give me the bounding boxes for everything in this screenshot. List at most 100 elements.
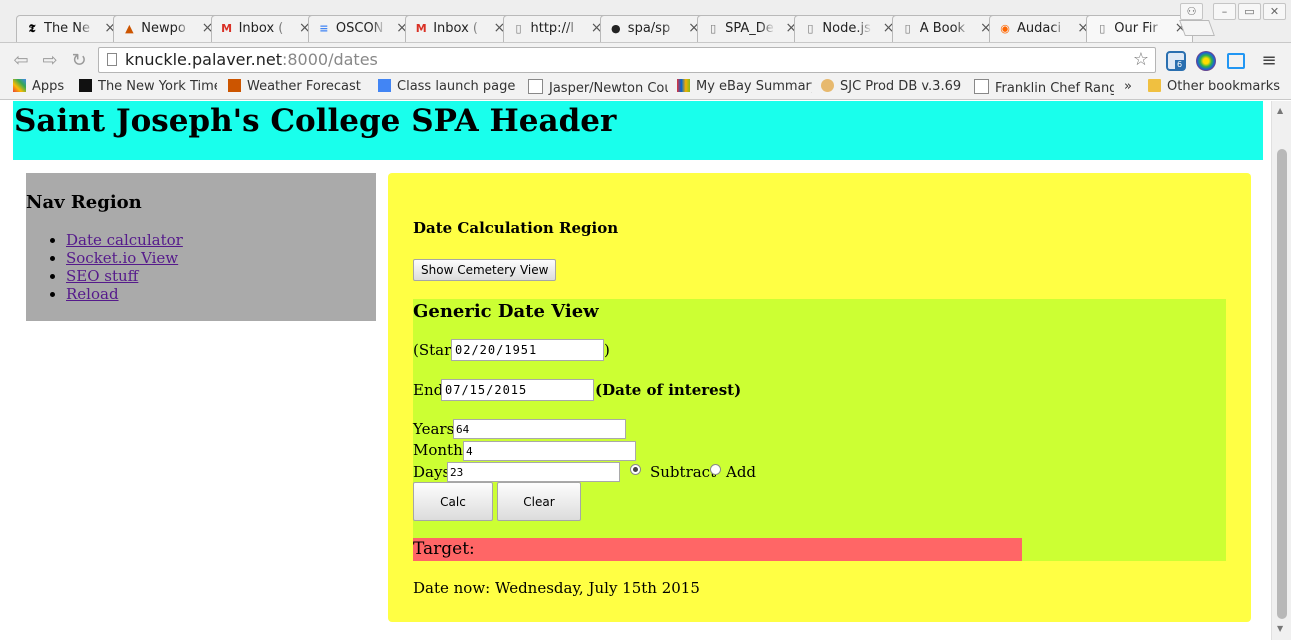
extension-phone-icon[interactable]: 6 — [1166, 51, 1186, 71]
page-icon: ▯ — [1099, 22, 1106, 35]
browser-toolbar: ⇦ ⇨ ↻ knuckle.palaver.net:8000/dates ☆ 6… — [0, 42, 1291, 76]
profile-icon[interactable]: ⚇ — [1180, 3, 1203, 20]
other-bookmarks[interactable]: Other bookmarks — [1148, 79, 1280, 94]
page-icon: ▯ — [904, 22, 911, 35]
days-label: Days — [413, 463, 451, 481]
docs-icon — [378, 79, 391, 92]
generic-date-view-title: Generic Date View — [413, 301, 599, 322]
tab-title: The Ne — [44, 21, 91, 36]
browser-tab[interactable]: ▯ SPA_De × — [697, 15, 805, 42]
apps-icon — [13, 79, 26, 92]
nyt-icon — [79, 79, 92, 92]
bookmark-item[interactable]: Franklin Chef Rang — [974, 79, 1114, 96]
browser-tab[interactable]: ▯ Node.js × — [794, 15, 902, 42]
scroll-down-icon[interactable]: ▼ — [1277, 624, 1283, 633]
bookmark-item[interactable]: My eBay Summary — [677, 79, 812, 94]
nav-link-socketio-view[interactable]: Socket.io View — [66, 249, 178, 267]
bookmark-item[interactable]: The New York Times — [79, 79, 217, 94]
scroll-up-icon[interactable]: ▲ — [1277, 106, 1283, 115]
tab-title: Our Fir — [1114, 21, 1158, 36]
tab-title: Newpo — [141, 21, 186, 36]
nav-list-item: Reload — [66, 285, 183, 303]
extension-badge: 6 — [1175, 60, 1185, 70]
nav-list-item: SEO stuff — [66, 267, 183, 285]
new-tab-button[interactable] — [1179, 20, 1215, 36]
show-cemetery-view-button[interactable]: Show Cemetery View — [413, 259, 557, 281]
vertical-scrollbar[interactable]: ▲ ▼ — [1271, 101, 1291, 640]
browser-tab[interactable]: ▯ http://l × — [502, 15, 610, 42]
other-bookmarks-label: Other bookmarks — [1167, 79, 1281, 94]
browser-tab[interactable]: ▯ Our Fir × — [1086, 15, 1194, 42]
browser-tab[interactable]: ▲ Newpo × — [113, 15, 221, 42]
tab-title: OSCON — [335, 21, 384, 36]
browser-tab[interactable]: ● spa/sp × — [599, 15, 707, 42]
header-region: Saint Joseph's College SPA Header — [13, 101, 1263, 160]
calc-button[interactable]: Calc — [413, 482, 493, 521]
clear-button[interactable]: Clear — [497, 482, 581, 521]
bookmark-label: Class launch page — [397, 79, 516, 94]
folder-icon — [1148, 79, 1161, 92]
tab-title: spa/sp — [627, 21, 671, 36]
page-viewport: Saint Joseph's College SPA Header Nav Re… — [0, 101, 1271, 640]
days-input[interactable] — [447, 462, 620, 482]
tab-strip: 𝕿 The Ne × ▲ Newpo × M Inbox (× ≡ OSCON × M Inbox (×… — [0, 0, 1291, 44]
browser-tab[interactable]: M Inbox (× — [210, 15, 318, 42]
reload-icon[interactable]: ↻ — [68, 50, 90, 72]
end-label: End — [413, 381, 444, 399]
cast-icon[interactable] — [1227, 53, 1245, 69]
maximize-icon[interactable]: ▭ — [1238, 3, 1261, 20]
browser-tab[interactable]: 𝕿 The Ne × — [16, 15, 123, 42]
nav-list: Date calculator Socket.io View SEO stuff… — [26, 231, 183, 303]
bookmark-item[interactable]: Weather Forecast — [228, 79, 361, 94]
target-label: Target: — [413, 539, 475, 559]
tab-title: SPA_De — [725, 21, 774, 36]
browser-tab[interactable]: M Inbox (× — [405, 15, 513, 42]
bookmark-label: Weather Forecast — [247, 79, 361, 94]
audacity-icon: ◉ — [1000, 22, 1010, 35]
back-icon[interactable]: ⇦ — [10, 50, 32, 72]
bookmarks-overflow[interactable]: » — [1124, 79, 1132, 94]
tab-title: http://l — [530, 21, 574, 36]
date-region-title: Date Calculation Region — [413, 219, 619, 237]
scrollbar-thumb[interactable] — [1277, 149, 1287, 619]
address-bar[interactable]: knuckle.palaver.net:8000/dates ☆ — [98, 47, 1156, 73]
nav-link-seo-stuff[interactable]: SEO stuff — [66, 267, 138, 285]
minimize-icon[interactable]: – — [1213, 3, 1236, 20]
nav-list-item: Socket.io View — [66, 249, 183, 267]
date-of-interest-note: (Date of interest) — [595, 381, 742, 399]
months-input[interactable] — [463, 441, 636, 461]
bookmark-star-icon[interactable]: ☆ — [1133, 48, 1149, 72]
browser-tab[interactable]: ◉ Audaci × — [989, 15, 1096, 42]
close-window-icon[interactable]: ✕ — [1263, 3, 1286, 20]
bookmark-item[interactable]: Apps — [13, 79, 64, 94]
date-now-text: Date now: Wednesday, July 15th 2015 — [413, 579, 700, 597]
browser-tab[interactable]: ▯ A Book × — [891, 15, 999, 42]
menu-icon[interactable]: ≡ — [1258, 50, 1280, 72]
nav-link-date-calculator[interactable]: Date calculator — [66, 231, 183, 249]
tab-title: Inbox ( — [433, 21, 478, 36]
subtract-radio[interactable] — [630, 464, 641, 475]
bookmark-label: Franklin Chef Rang — [995, 81, 1114, 96]
tab-title: Audaci — [1017, 21, 1062, 36]
tab-title: Inbox ( — [238, 21, 284, 36]
bookmark-label: SJC Prod DB v.3.69. — [840, 79, 961, 94]
bookmark-item[interactable]: Class launch page — [378, 79, 515, 94]
page-title: Saint Joseph's College SPA Header — [14, 103, 617, 139]
date-calculation-region: Date Calculation Region Show Cemetery Vi… — [388, 173, 1251, 622]
bookmark-item[interactable]: Jasper/Newton Cou — [528, 79, 668, 96]
nav-link-reload[interactable]: Reload — [66, 285, 119, 303]
page-icon — [107, 53, 117, 66]
gmail-icon: M — [221, 22, 233, 35]
add-radio[interactable] — [710, 464, 721, 475]
forward-icon[interactable]: ⇨ — [39, 50, 61, 72]
extension-color-icon[interactable] — [1196, 51, 1216, 71]
nyt-icon: 𝕿 — [28, 22, 36, 35]
nav-region-title: Nav Region — [26, 192, 142, 213]
end-date-input[interactable] — [441, 379, 594, 401]
browser-tab[interactable]: ≡ OSCON × — [307, 15, 415, 42]
bookmark-item[interactable]: SJC Prod DB v.3.69. — [821, 79, 961, 94]
years-input[interactable] — [453, 419, 626, 439]
target-output: Target: — [413, 538, 1022, 561]
start-date-input[interactable] — [451, 339, 604, 361]
generic-date-view: Generic Date View (Start ) End (Date of … — [413, 299, 1226, 561]
